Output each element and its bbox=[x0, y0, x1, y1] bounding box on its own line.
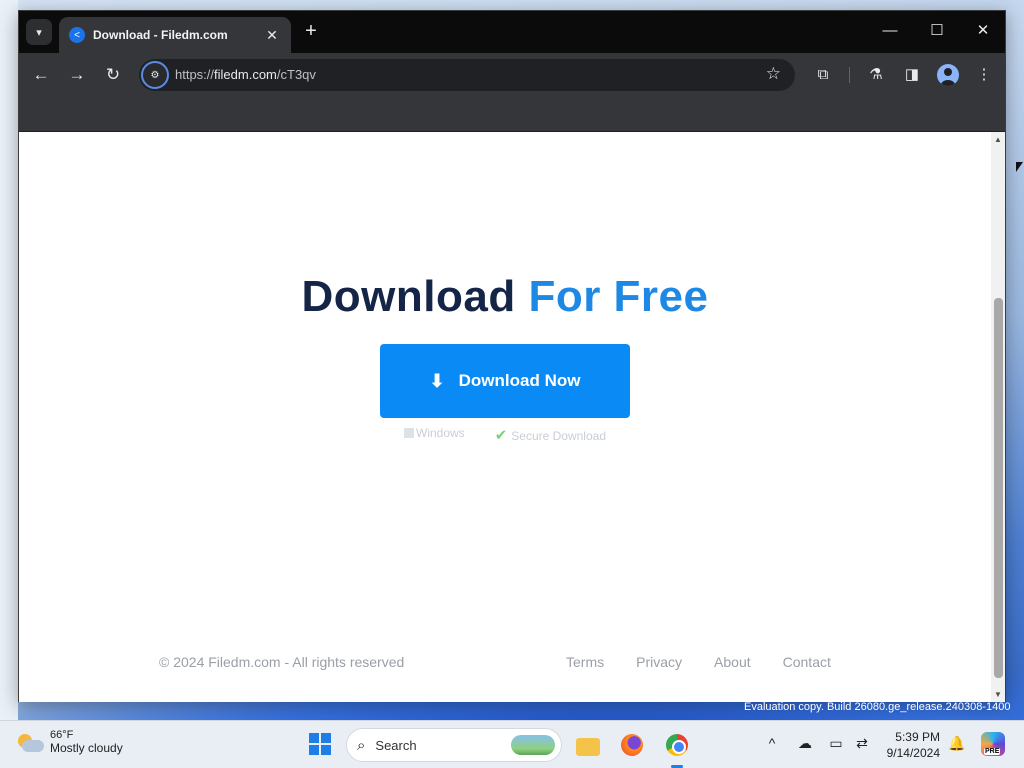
windows-icon bbox=[404, 428, 414, 438]
maximize-button[interactable]: ☐ bbox=[922, 19, 952, 43]
forward-button[interactable]: → bbox=[65, 63, 89, 87]
tab-active[interactable]: < Download - Filedm.com ✕ bbox=[59, 17, 291, 53]
side-panel-icon[interactable]: ◨ bbox=[900, 63, 924, 87]
footer-link-terms[interactable]: Terms bbox=[566, 654, 604, 670]
extensions-icon[interactable]: ⧉ bbox=[811, 63, 835, 87]
labs-icon[interactable]: ⚗ bbox=[864, 63, 888, 87]
browser-window: ▾ < Download - Filedm.com ✕ + — ☐ ✕ ← → … bbox=[18, 10, 1006, 702]
tab-strip: ▾ < Download - Filedm.com ✕ + — ☐ ✕ bbox=[19, 11, 1005, 53]
bookmark-star-icon[interactable]: ☆ bbox=[766, 64, 781, 84]
tray-chevron-icon[interactable]: ^ bbox=[762, 735, 782, 751]
address-bar[interactable]: ⚙ https://filedm.com/cT3qv ☆ bbox=[139, 59, 795, 91]
scroll-thumb[interactable] bbox=[994, 298, 1003, 678]
tab-title: Download - Filedm.com bbox=[93, 28, 228, 42]
weather-desc: Mostly cloudy bbox=[50, 741, 123, 755]
footer-link-about[interactable]: About bbox=[714, 654, 751, 670]
browser-toolbar: ← → ↻ ⚙ https://filedm.com/cT3qv ☆ ⧉ ⚗ ◨… bbox=[19, 53, 1005, 97]
copilot-preview-badge: PRE bbox=[984, 748, 1001, 755]
network-icon[interactable]: ⇄ bbox=[852, 735, 872, 752]
partly-cloudy-icon bbox=[16, 732, 44, 752]
evaluation-watermark: Evaluation copy. Build 26080.ge_release.… bbox=[744, 701, 1011, 713]
search-icon: ⌕ bbox=[357, 736, 366, 754]
meta-windows: Windows bbox=[404, 426, 465, 444]
toolbar-divider bbox=[849, 67, 850, 83]
profile-avatar-icon[interactable] bbox=[937, 64, 959, 86]
download-now-button[interactable]: ⬇ Download Now bbox=[380, 344, 630, 418]
taskbar: 66°F Mostly cloudy ⌕ Search ^ ☁ ▭ ⇄ 5:39… bbox=[0, 720, 1024, 768]
minimize-button[interactable]: — bbox=[875, 19, 905, 43]
mouse-cursor bbox=[1016, 162, 1023, 172]
clock-time: 5:39 PM bbox=[895, 730, 940, 744]
download-meta: Windows ✔ Secure Download bbox=[19, 426, 991, 444]
clock-date: 9/14/2024 bbox=[886, 746, 940, 760]
file-explorer-icon[interactable] bbox=[574, 731, 602, 759]
download-button-label: Download Now bbox=[458, 371, 581, 390]
system-clock[interactable]: 5:39 PM 9/14/2024 bbox=[880, 729, 940, 761]
site-info-icon[interactable]: ⚙ bbox=[141, 61, 169, 89]
page-title: Download For Free bbox=[301, 272, 709, 321]
url-text[interactable]: https://filedm.com/cT3qv bbox=[175, 67, 316, 82]
download-icon: ⬇ bbox=[429, 370, 445, 391]
web-page: Download For Free ⬇ Download Now Windows… bbox=[19, 132, 991, 702]
notification-bell-icon[interactable]: 🔔 bbox=[948, 735, 965, 752]
onedrive-icon[interactable]: ☁ bbox=[795, 735, 815, 752]
footer-copyright: © 2024 Filedm.com - All rights reserved bbox=[159, 654, 405, 670]
back-button[interactable]: ← bbox=[29, 63, 53, 87]
scroll-up-arrow[interactable]: ▲ bbox=[994, 135, 1002, 144]
page-scrollbar[interactable]: ▲ ▼ bbox=[991, 132, 1005, 702]
taskbar-search[interactable]: ⌕ Search bbox=[346, 728, 562, 762]
search-highlight-art bbox=[511, 735, 555, 755]
meta-secure: ✔ Secure Download bbox=[494, 427, 606, 444]
reload-button[interactable]: ↻ bbox=[101, 63, 125, 87]
scroll-down-arrow[interactable]: ▼ bbox=[994, 690, 1002, 699]
weather-temp: 66°F bbox=[50, 729, 74, 741]
search-placeholder: Search bbox=[375, 737, 417, 753]
start-button[interactable] bbox=[309, 733, 331, 755]
tab-close-icon[interactable]: ✕ bbox=[263, 27, 281, 44]
bookmark-bar bbox=[19, 97, 1005, 132]
menu-icon[interactable]: ⋮ bbox=[972, 63, 996, 87]
checkmark-icon: ✔ bbox=[494, 427, 508, 444]
footer-links: Terms Privacy About Contact bbox=[566, 654, 863, 670]
close-window-button[interactable]: ✕ bbox=[968, 19, 998, 43]
new-tab-button[interactable]: + bbox=[301, 21, 321, 41]
footer-link-privacy[interactable]: Privacy bbox=[636, 654, 682, 670]
footer-link-contact[interactable]: Contact bbox=[783, 654, 831, 670]
firefox-icon[interactable] bbox=[618, 731, 646, 759]
display-icon[interactable]: ▭ bbox=[826, 735, 846, 752]
desktop-icons-edge bbox=[0, 0, 18, 720]
weather-widget[interactable]: 66°F Mostly cloudy bbox=[16, 729, 123, 755]
tab-search-button[interactable]: ▾ bbox=[26, 19, 52, 45]
share-icon: < bbox=[69, 27, 85, 43]
chrome-icon[interactable] bbox=[663, 731, 691, 759]
